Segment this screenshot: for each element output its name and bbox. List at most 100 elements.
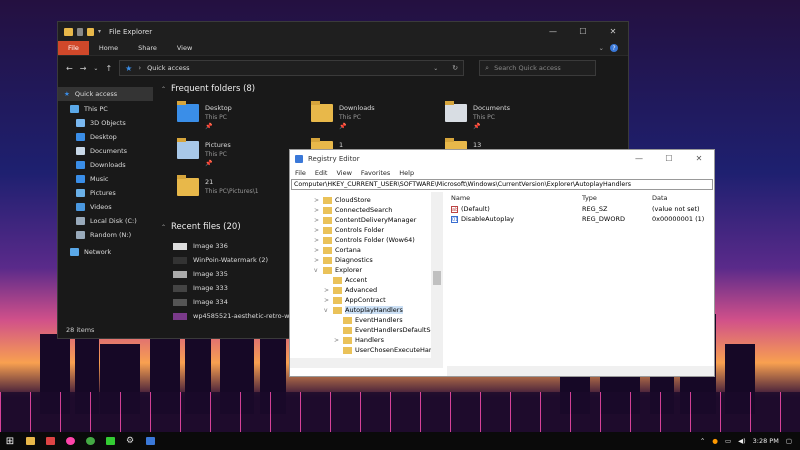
nav-item-music[interactable]: Music [58, 172, 153, 186]
start-button[interactable]: ⊞ [0, 432, 20, 450]
tree-node[interactable]: > Handlers [334, 335, 384, 345]
new-folder-icon[interactable] [87, 27, 94, 36]
qat-dropdown-icon[interactable]: ▾ [98, 28, 101, 35]
expand-arrow-icon[interactable]: > [324, 297, 330, 304]
taskbar-chrome[interactable] [80, 432, 100, 450]
tab-home[interactable]: Home [89, 41, 128, 55]
menu-favorites[interactable]: Favorites [361, 169, 390, 177]
maximize-button[interactable]: ☐ [654, 149, 684, 168]
expand-arrow-icon[interactable]: > [324, 287, 330, 294]
menu-help[interactable]: Help [399, 169, 414, 177]
minimize-button[interactable]: — [624, 149, 654, 168]
minimize-button[interactable]: — [538, 22, 568, 41]
tree-node[interactable]: > Cortana [314, 245, 361, 255]
value-row[interactable]: 01 DisableAutoplay REG_DWORD 0x00000001 (… [447, 214, 714, 224]
menu-file[interactable]: File [295, 169, 306, 177]
registry-editor-window[interactable]: Registry Editor — ☐ ✕ File Edit View Fav… [289, 149, 715, 377]
tree-node[interactable]: > Controls Folder [314, 225, 384, 235]
nav-item-3d-objects[interactable]: 3D Objects [58, 116, 153, 130]
tree-horizontal-scrollbar[interactable] [290, 358, 443, 368]
notifications-icon[interactable]: ▢ [786, 437, 792, 445]
folder-tile-downloads[interactable]: Downloads This PC 📌 [311, 101, 375, 131]
folder-tile-desktop[interactable]: Desktop This PC 📌 [177, 101, 232, 131]
value-row[interactable]: ab (Default) REG_SZ (value not set) [447, 204, 714, 214]
nav-item-network[interactable]: Network [58, 245, 153, 259]
column-header-data[interactable]: Data [648, 194, 668, 202]
expand-arrow-icon[interactable]: > [314, 257, 320, 264]
expand-ribbon-icon[interactable]: ⌄ [599, 44, 604, 52]
expand-arrow-icon[interactable]: > [314, 207, 320, 214]
expand-arrow-icon[interactable]: > [314, 247, 320, 254]
refresh-icon[interactable]: ↻ [452, 64, 458, 72]
maximize-button[interactable]: ☐ [568, 22, 598, 41]
expand-arrow-icon[interactable]: > [314, 227, 320, 234]
close-button[interactable]: ✕ [598, 22, 628, 41]
tree-node-autoplayhandlers-selected[interactable]: v AutoplayHandlers [324, 305, 403, 315]
regedit-titlebar[interactable]: Registry Editor — ☐ ✕ [290, 150, 714, 167]
tab-view[interactable]: View [167, 41, 202, 55]
nav-item-videos[interactable]: Videos [58, 200, 153, 214]
address-location[interactable]: Quick access [147, 64, 189, 72]
explorer-titlebar[interactable]: ▾ File Explorer — ☐ ✕ [58, 22, 628, 41]
tree-node[interactable]: EventHandlers [334, 315, 403, 325]
recent-file-item[interactable]: wp4585521-aesthetic-retro-wall [173, 312, 297, 320]
values-horizontal-scrollbar[interactable] [447, 366, 714, 376]
nav-item-documents[interactable]: Documents [58, 144, 153, 158]
expand-arrow-icon[interactable]: > [334, 337, 340, 344]
tree-node[interactable]: EventHandlersDefaultSele [334, 325, 440, 335]
show-hidden-icons-icon[interactable]: ⌃ [700, 437, 705, 445]
nav-item-local-disk[interactable]: Local Disk (C:) [58, 214, 153, 228]
recent-file-item[interactable]: Image 334 [173, 298, 228, 306]
help-icon[interactable]: ? [610, 44, 618, 52]
nav-item-downloads[interactable]: Downloads [58, 158, 153, 172]
tree-vertical-scrollbar[interactable] [431, 192, 443, 367]
collapse-arrow-icon[interactable]: v [324, 307, 330, 314]
tree-node[interactable]: > AppContract [324, 295, 386, 305]
folder-tile-pictures[interactable]: Pictures This PC 📌 [177, 138, 231, 168]
tree-node[interactable]: > Controls Folder (Wow64) [314, 235, 415, 245]
address-dropdown-icon[interactable]: ⌄ [433, 65, 438, 72]
recent-locations-icon[interactable]: ⌄ [93, 65, 98, 72]
time-display[interactable]: 3:28 PM [753, 437, 779, 445]
recent-file-item[interactable]: Image 335 [173, 270, 228, 278]
registry-path-input[interactable]: Computer\HKEY_CURRENT_USER\SOFTWARE\Micr… [291, 179, 713, 190]
up-arrow-icon[interactable]: ↑ [105, 64, 112, 73]
tree-node[interactable]: > Advanced [324, 285, 377, 295]
folder-tile-21[interactable]: 21 This PC\Pictures\1 [177, 175, 259, 196]
recent-files-header[interactable]: ⌃ Recent files (20) [161, 222, 241, 232]
address-box[interactable]: ★ › Quick access ⌄ ↻ [119, 60, 465, 76]
taskbar-settings[interactable]: ⚙ [120, 432, 140, 450]
nav-item-this-pc[interactable]: This PC [58, 102, 153, 116]
frequent-folders-header[interactable]: ⌃ Frequent folders (8) [161, 84, 255, 94]
menu-view[interactable]: View [336, 169, 351, 177]
recent-file-item[interactable]: Image 336 [173, 242, 228, 250]
folder-tile-documents[interactable]: Documents This PC 📌 [445, 101, 510, 131]
search-input[interactable]: ⌕ Search Quick access [479, 60, 597, 76]
recent-file-item[interactable]: WinPoin-Watermark (2) [173, 256, 268, 264]
taskbar-app[interactable] [60, 432, 80, 450]
taskbar-regedit[interactable] [140, 432, 160, 450]
taskbar-line[interactable] [100, 432, 120, 450]
column-header-type[interactable]: Type [578, 194, 648, 202]
volume-icon[interactable]: ◀) [738, 437, 746, 445]
tab-share[interactable]: Share [128, 41, 167, 55]
tree-node[interactable]: > ConnectedSearch [314, 205, 392, 215]
expand-arrow-icon[interactable]: > [314, 197, 320, 204]
tab-file[interactable]: File [58, 41, 89, 55]
network-icon[interactable]: ▭ [725, 437, 731, 445]
expand-arrow-icon[interactable]: > [314, 217, 320, 224]
nav-item-pictures[interactable]: Pictures [58, 186, 153, 200]
close-button[interactable]: ✕ [684, 149, 714, 168]
taskbar-photos[interactable] [40, 432, 60, 450]
app-tray-icon[interactable]: ● [712, 437, 718, 445]
menu-edit[interactable]: Edit [315, 169, 328, 177]
tree-node[interactable]: > Diagnostics [314, 255, 373, 265]
collapse-chevron-icon[interactable]: ⌃ [161, 86, 166, 93]
nav-item-desktop[interactable]: Desktop [58, 130, 153, 144]
collapse-chevron-icon[interactable]: ⌃ [161, 224, 166, 231]
expand-arrow-icon[interactable]: > [314, 237, 320, 244]
tree-node[interactable]: > CloudStore [314, 195, 371, 205]
forward-arrow-icon[interactable]: → [80, 64, 87, 73]
taskbar-file-explorer[interactable] [20, 432, 40, 450]
nav-item-random-drive[interactable]: Random (N:) [58, 228, 153, 242]
